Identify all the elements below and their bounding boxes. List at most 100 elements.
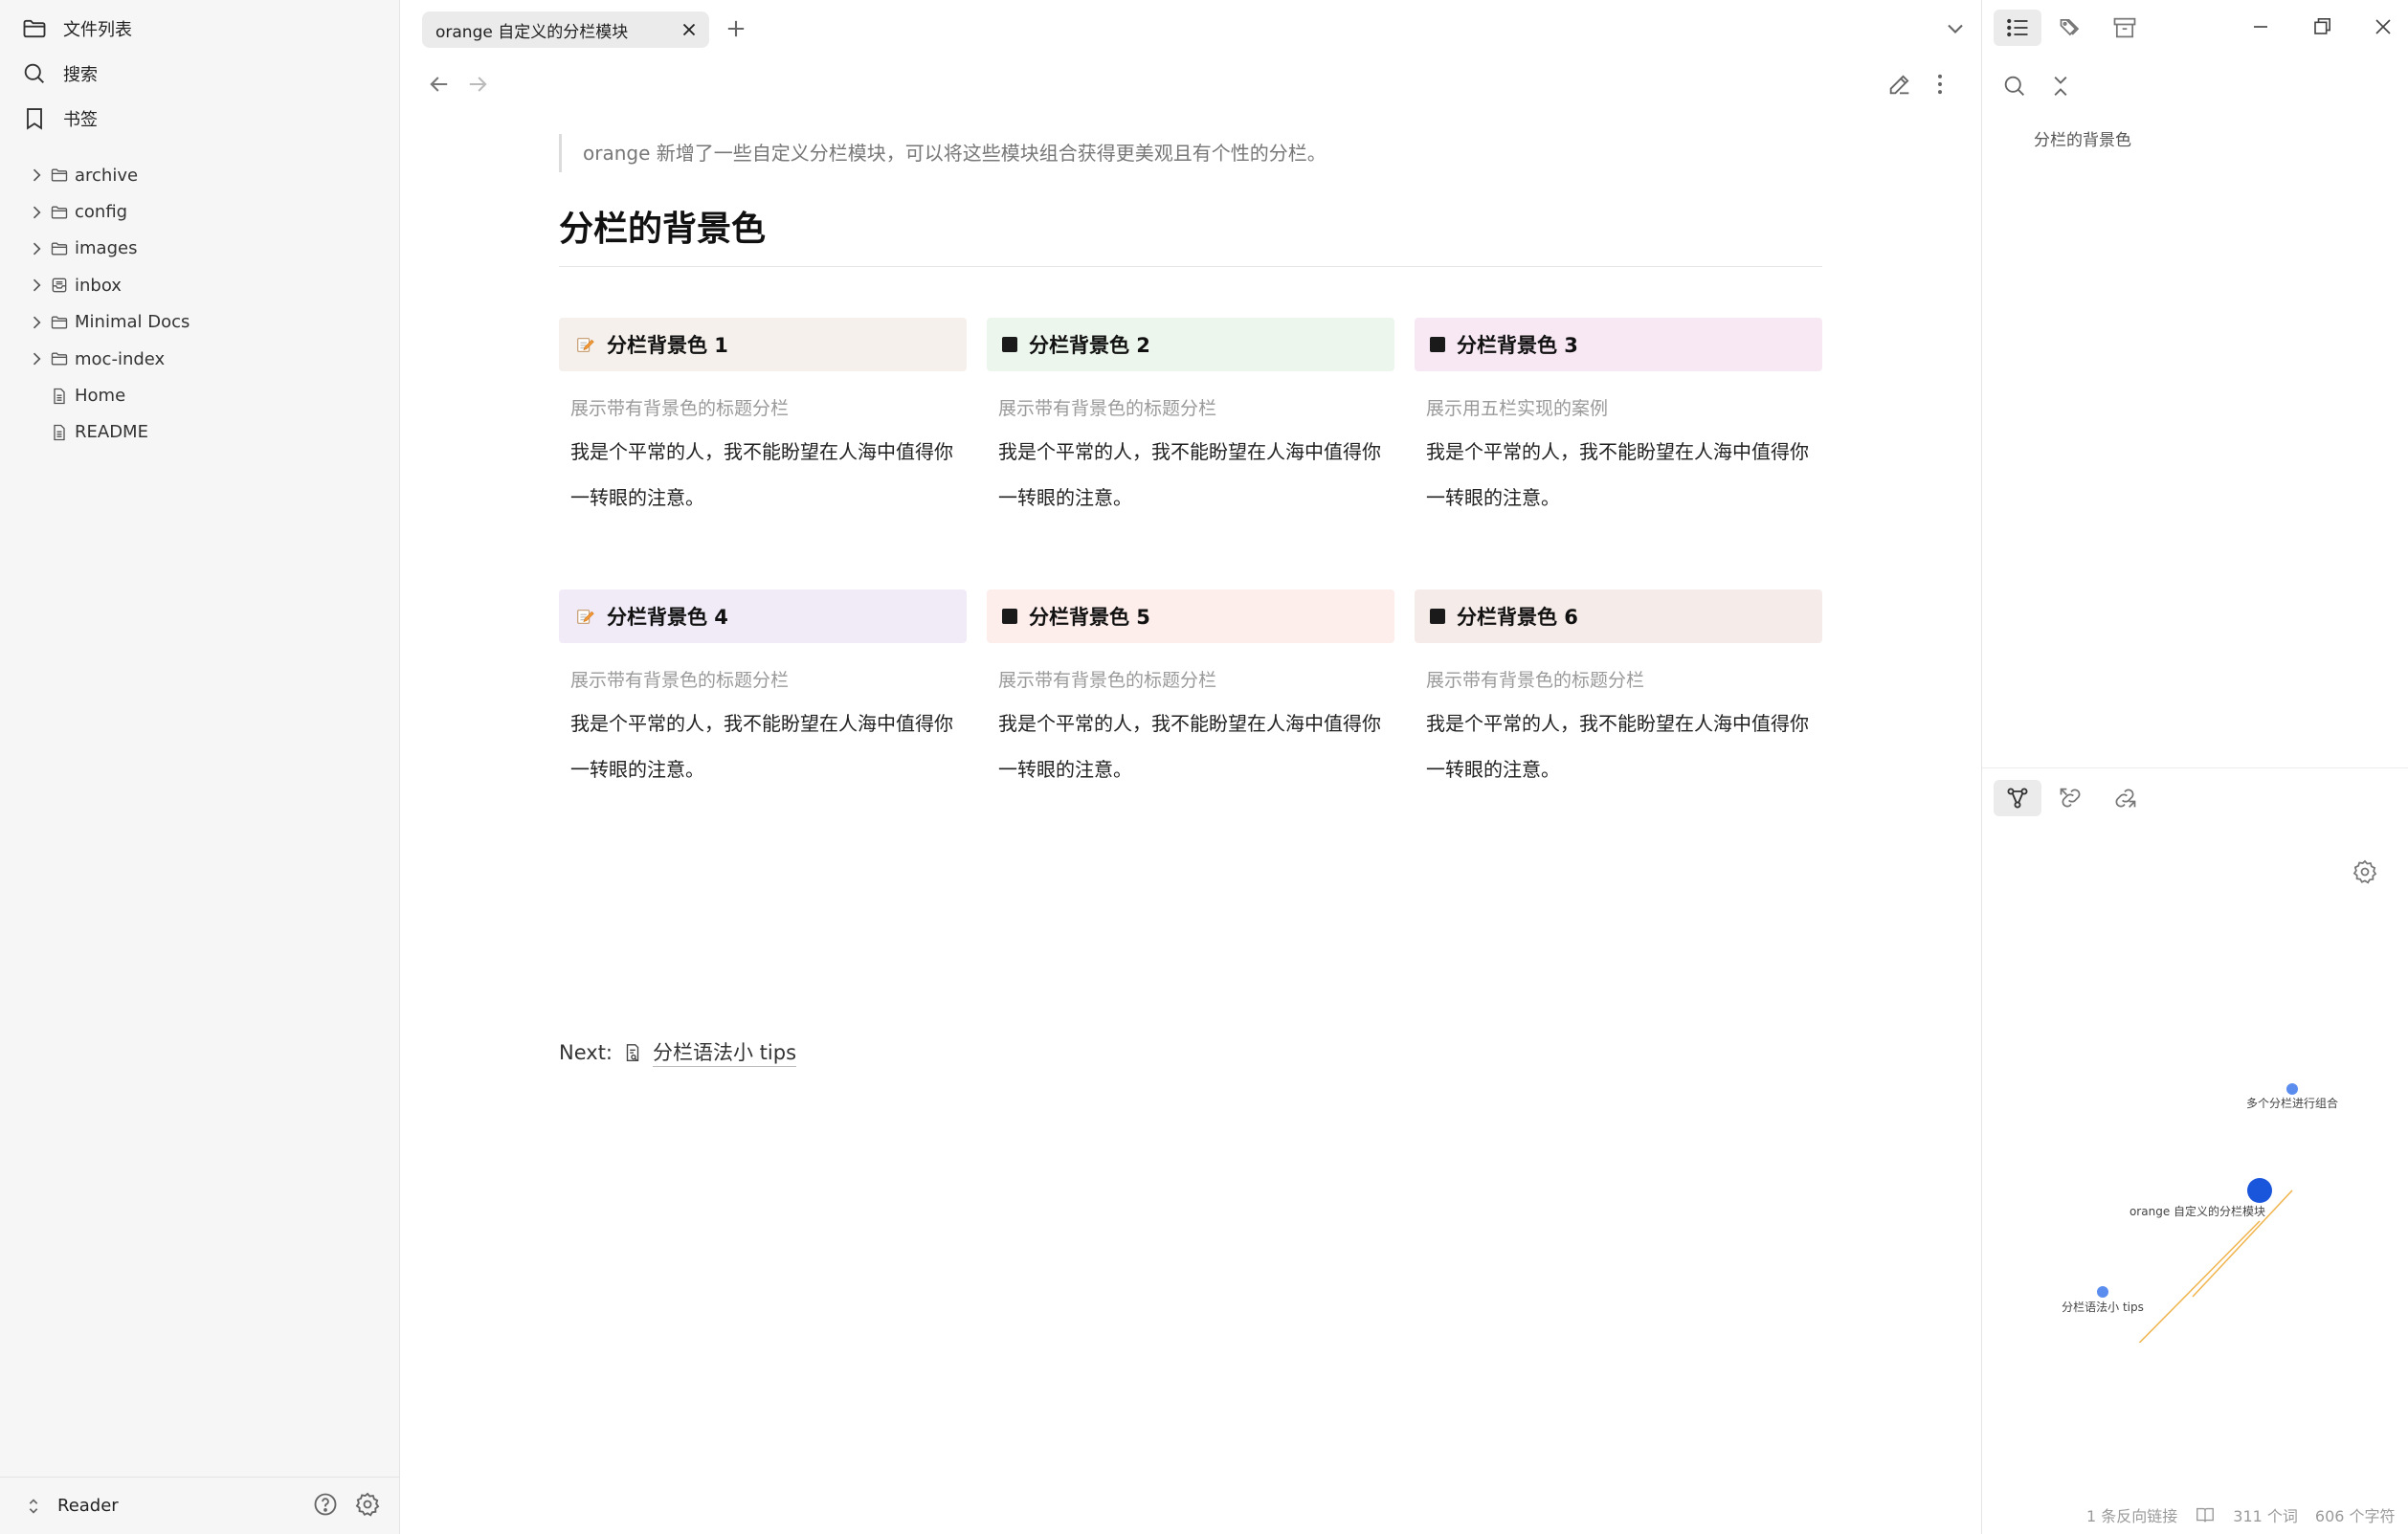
black-square-icon (1430, 337, 1445, 352)
card-subtitle: 展示带有背景色的标题分栏 (998, 398, 1217, 419)
more-vertical-icon[interactable] (1927, 71, 1953, 98)
backlink-count[interactable]: 1 条反向链接 (2086, 1503, 2177, 1526)
card-header: 分栏背景色 1 (559, 318, 967, 371)
chevron-right-icon[interactable] (27, 166, 46, 185)
card-body: 我是个平常的人，我不能盼望在人海中值得你一转眼的注意。 (1426, 712, 1809, 781)
nav-files-label: 文件列表 (63, 20, 132, 40)
nav-search[interactable]: 搜索 (21, 53, 98, 95)
card-title: 分栏背景色 1 (607, 334, 728, 357)
chevron-right-icon[interactable] (27, 276, 46, 295)
nav-files[interactable]: 文件列表 (21, 8, 132, 50)
minimize-icon[interactable] (2247, 13, 2274, 40)
tree-item-label: inbox (75, 275, 122, 296)
status-bar: 1 条反向链接 311 个词 606 个字符 (2086, 1503, 2396, 1526)
tree-item-minimal-docs[interactable]: Minimal Docs (27, 304, 390, 341)
settings-gear-icon[interactable] (354, 1491, 381, 1518)
tab-tags[interactable] (2047, 10, 2095, 46)
memo-icon (577, 609, 594, 624)
pencil-icon[interactable] (1886, 71, 1913, 98)
restore-icon[interactable] (2308, 13, 2335, 40)
black-square-icon (1430, 609, 1445, 624)
inbox-icon (52, 278, 67, 293)
card-body: 我是个平常的人，我不能盼望在人海中值得你一转眼的注意。 (1426, 440, 1809, 509)
nav-bookmarks[interactable]: 书签 (21, 98, 98, 140)
card-subtitle: 展示用五栏实现的案例 (1426, 398, 1609, 419)
char-count: 606 个字符 (2314, 1507, 2396, 1525)
tab-active-note[interactable]: orange 自定义的分栏模块 (422, 11, 709, 48)
tree-item-label: moc-index (75, 348, 166, 369)
folder-icon (51, 316, 68, 329)
graph-node-current[interactable] (2247, 1178, 2272, 1203)
note-link-icon (626, 1043, 639, 1061)
outline-heading-item[interactable]: 分栏的背景色 (2034, 126, 2131, 150)
black-square-icon (1002, 609, 1017, 624)
tree-item-label: Minimal Docs (75, 312, 190, 333)
graph-node[interactable] (2097, 1286, 2108, 1298)
card-header: 分栏背景色 2 (987, 318, 1394, 371)
arrow-right-icon[interactable] (464, 71, 491, 98)
arrow-left-icon[interactable] (426, 71, 453, 98)
search-icon[interactable] (2001, 73, 2028, 100)
left-sidebar: 文件列表 搜索 书签 archive config images inbox M… (0, 0, 400, 1534)
note-content: orange 新增了一些自定义分栏模块，可以将这些模块组合获得更美观且有个性的分… (559, 134, 1822, 1067)
section-heading: 分栏的背景色 (559, 201, 1822, 267)
tree-item-inbox[interactable]: inbox (27, 267, 390, 303)
card-body: 我是个平常的人，我不能盼望在人海中值得你一转眼的注意。 (570, 440, 953, 509)
local-graph-canvas[interactable]: 多个分栏进行组合 orange 自定义的分栏模块 分栏语法小 tips (1982, 768, 2408, 1343)
folder-icon (51, 206, 68, 219)
tab-archive[interactable] (2101, 10, 2149, 46)
next-label: Next: (559, 1040, 613, 1064)
blockquote: orange 新增了一些自定义分栏模块，可以将这些模块组合获得更美观且有个性的分… (559, 134, 1822, 172)
tree-item-images[interactable]: images (27, 231, 390, 267)
tree-item-readme[interactable]: README (27, 414, 390, 451)
nav-search-label: 搜索 (63, 65, 98, 85)
chevron-down-icon[interactable] (1942, 15, 1969, 42)
card-header: 分栏背景色 6 (1415, 589, 1822, 643)
book-icon[interactable] (2195, 1504, 2216, 1525)
vault-name: Reader (57, 1496, 119, 1516)
chevron-right-icon[interactable] (27, 239, 46, 258)
graph-node[interactable] (2286, 1083, 2298, 1095)
graph-node-label: 分栏语法小 tips (2062, 1300, 2144, 1314)
list-icon (2007, 18, 2028, 37)
tree-item-label: images (75, 238, 138, 259)
right-panel-tabs (1994, 10, 2149, 46)
card-title: 分栏背景色 6 (1457, 606, 1578, 629)
vault-switcher[interactable]: Reader (23, 1496, 119, 1517)
chevron-right-icon[interactable] (27, 349, 46, 368)
tab-outline[interactable] (1994, 10, 2041, 46)
close-icon[interactable] (679, 19, 700, 40)
help-icon[interactable] (312, 1491, 339, 1518)
search-icon (24, 63, 44, 83)
tree-item-archive[interactable]: archive (27, 157, 390, 193)
app-window: 文件列表 搜索 书签 archive config images inbox M… (0, 0, 2408, 1534)
collapse-all-icon[interactable] (2047, 73, 2074, 100)
close-window-icon[interactable] (2370, 13, 2397, 40)
tree-item-home[interactable]: Home (27, 377, 390, 413)
card-subtitle: 展示带有背景色的标题分栏 (1426, 670, 1645, 691)
sidebar-footer: Reader (0, 1477, 400, 1534)
card-subtitle: 展示带有背景色的标题分栏 (570, 398, 790, 419)
memo-icon (577, 337, 594, 352)
card-body: 我是个平常的人，我不能盼望在人海中值得你一转眼的注意。 (998, 440, 1381, 509)
folder-icon (51, 168, 68, 182)
tree-item-label: README (75, 422, 148, 443)
column-card: 分栏背景色 2 展示带有背景色的标题分栏 我是个平常的人，我不能盼望在人海中值得… (987, 318, 1394, 521)
file-icon (54, 388, 65, 404)
nav-bookmarks-label: 书签 (63, 110, 98, 130)
window-controls (2247, 13, 2397, 40)
card-title: 分栏背景色 3 (1457, 334, 1578, 357)
tree-item-moc-index[interactable]: moc-index (27, 341, 390, 377)
chevron-right-icon[interactable] (27, 313, 46, 332)
card-header: 分栏背景色 5 (987, 589, 1394, 643)
card-title: 分栏背景色 4 (607, 606, 728, 629)
tree-item-config[interactable]: config (27, 193, 390, 230)
tree-item-label: archive (75, 165, 139, 186)
archive-icon (2113, 17, 2136, 38)
card-title: 分栏背景色 2 (1029, 334, 1150, 357)
next-note-link[interactable]: 分栏语法小 tips (653, 1037, 797, 1067)
plus-icon[interactable] (723, 15, 749, 42)
file-icon (54, 424, 65, 441)
chevron-right-icon[interactable] (27, 203, 46, 222)
bookmark-icon (27, 108, 42, 130)
